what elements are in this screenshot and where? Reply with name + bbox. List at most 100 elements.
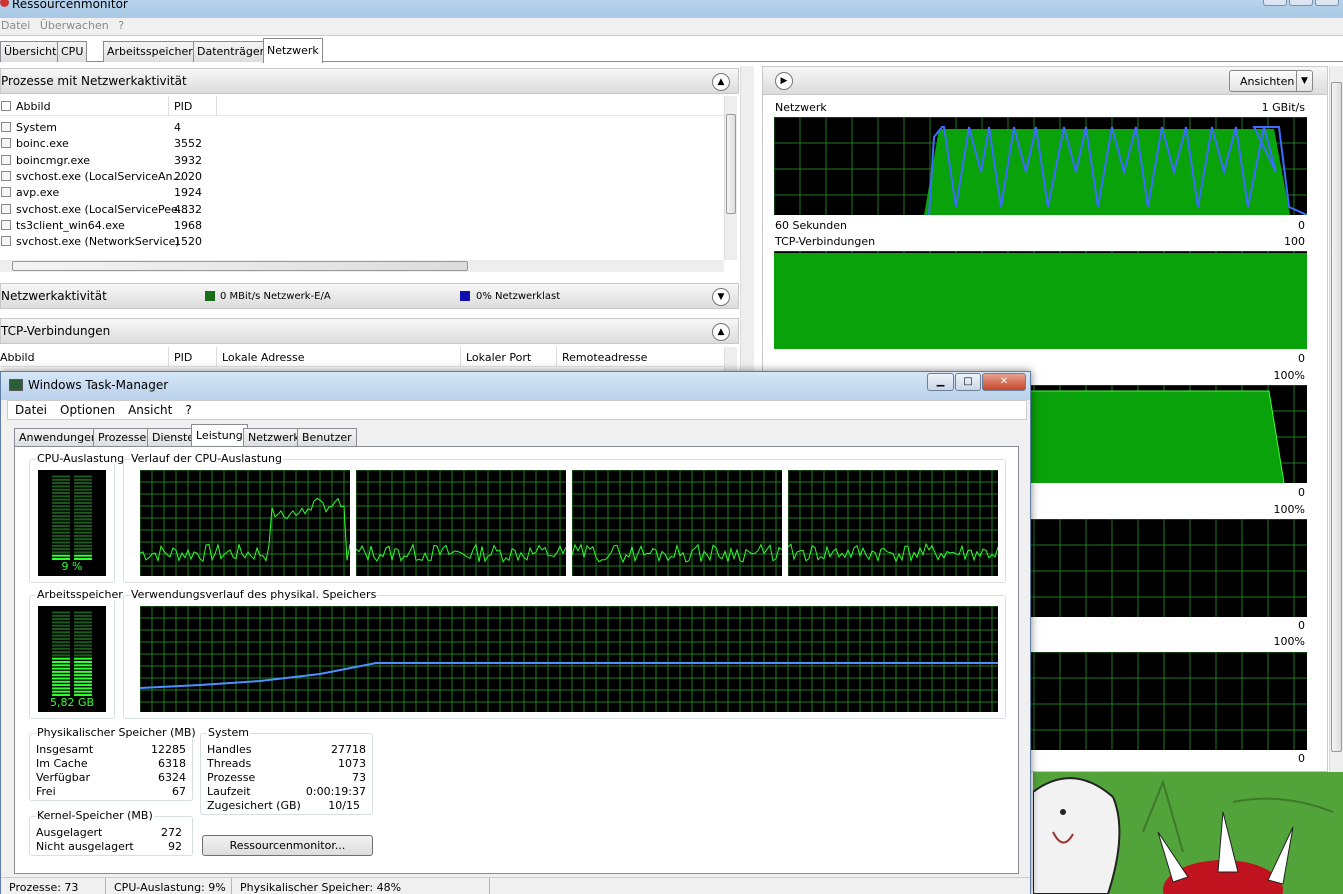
resource-monitor-button[interactable]: Ressourcenmonitor...: [202, 835, 373, 856]
expand-icon[interactable]: ▼: [712, 288, 730, 306]
process-row[interactable]: boincmgr.exe 3932: [0, 152, 720, 168]
section-tcp-header[interactable]: TCP-Verbindungen ▲: [0, 318, 739, 344]
menu-help[interactable]: ?: [117, 18, 129, 32]
process-checkbox[interactable]: [1, 154, 11, 165]
meter-segment: [52, 475, 70, 478]
process-row[interactable]: System 4: [0, 119, 720, 135]
tab-benutzer[interactable]: Benutzer: [297, 428, 357, 446]
process-row[interactable]: boinc.exe 3552: [0, 135, 720, 151]
collapse-icon[interactable]: ▲: [712, 323, 730, 341]
cpu-line: [356, 542, 566, 563]
process-checkbox[interactable]: [1, 236, 11, 247]
meter-segment: [74, 521, 92, 524]
right-pane-scrollbar[interactable]: [1329, 66, 1343, 772]
minimize-button[interactable]: [1263, 0, 1287, 6]
collapse-icon[interactable]: ▲: [712, 73, 730, 91]
kernel-memory-title: Kernel-Speicher (MB): [36, 809, 154, 822]
menu-datei[interactable]: Datei: [8, 401, 53, 417]
col-pid[interactable]: PID: [174, 100, 192, 113]
scroll-thumb[interactable]: [726, 114, 736, 214]
process-checkbox[interactable]: [1, 219, 11, 230]
col-pid[interactable]: PID: [174, 351, 192, 364]
maximize-button[interactable]: □: [955, 373, 981, 391]
menu-optionen[interactable]: Optionen: [53, 401, 121, 417]
maximize-button[interactable]: [1289, 0, 1313, 6]
col-local-address[interactable]: Lokale Adresse: [222, 351, 305, 364]
tcp-vscroll[interactable]: [724, 347, 737, 371]
process-checkbox[interactable]: [1, 138, 11, 149]
memory-history-line: [140, 662, 998, 689]
process-row[interactable]: svchost.exe (LocalServiceAn... 2020: [0, 168, 720, 184]
menu-ansicht[interactable]: Ansicht: [121, 401, 178, 417]
meter-segment: [74, 528, 92, 531]
stat-label: Handles: [207, 743, 252, 756]
process-row[interactable]: ts3client_win64.exe 1968: [0, 217, 720, 233]
tab-netzwerk[interactable]: Netzwerk: [243, 428, 305, 446]
stat-label: Zugesichert (GB): [207, 799, 301, 812]
tab-anwendungen[interactable]: Anwendungen: [14, 428, 103, 446]
process-row[interactable]: svchost.exe (NetworkService) 1520: [0, 233, 720, 249]
meter-segment: [74, 621, 92, 624]
minimize-button[interactable]: ▁: [927, 373, 954, 391]
meter-segment: [74, 664, 92, 667]
meter-segment: [52, 521, 70, 524]
stat-value: 1073: [338, 757, 366, 770]
col-remote-address[interactable]: Remoteadresse: [562, 351, 647, 364]
process-checkbox[interactable]: [1, 203, 11, 214]
cpu-usage-group: CPU-Auslastung 9 %: [29, 452, 126, 583]
meter-segment: [74, 515, 92, 518]
processes-hscroll[interactable]: [0, 260, 724, 272]
col-abbild[interactable]: Abbild: [0, 351, 35, 364]
process-checkbox[interactable]: [1, 187, 11, 198]
processes-vscroll[interactable]: [724, 96, 737, 260]
menu-datei[interactable]: Datei: [0, 18, 35, 32]
close-button[interactable]: ✕: [982, 373, 1026, 391]
meter-segment: [74, 618, 92, 621]
tab-arbeitsspeicher[interactable]: Arbeitsspeicher: [103, 41, 197, 62]
meter-segment: [74, 690, 92, 693]
resmon-title-bar[interactable]: Ressourcenmonitor: [0, 0, 1343, 18]
meter-segment: [74, 554, 92, 557]
tab-cpu[interactable]: CPU: [57, 41, 88, 62]
close-button[interactable]: [1315, 0, 1339, 6]
meter-segment: [52, 518, 70, 521]
meter-segment: [74, 548, 92, 551]
views-dropdown[interactable]: Ansichten ▼: [1229, 70, 1313, 92]
process-checkbox[interactable]: [1, 170, 11, 181]
meter-segment: [74, 485, 92, 488]
scroll-thumb[interactable]: [12, 261, 468, 271]
stat-value: 0:00:19:37: [305, 785, 366, 798]
tab-prozesse[interactable]: Prozesse: [93, 428, 152, 446]
meter-segment: [74, 674, 92, 677]
graph-5-max: 100%: [1273, 635, 1305, 648]
col-abbild[interactable]: Abbild: [16, 100, 51, 113]
process-name: svchost.exe (LocalServicePee...: [16, 202, 189, 216]
col-local-port[interactable]: Lokaler Port: [466, 351, 531, 364]
cpu-core-1-graph: [140, 470, 350, 576]
legend-io-label: 0 MBit/s Netzwerk-E/A: [220, 291, 331, 302]
tab-netzwerk[interactable]: Netzwerk: [263, 38, 323, 63]
meter-segment: [74, 541, 92, 544]
menu-help[interactable]: ?: [178, 401, 197, 417]
select-all-checkbox[interactable]: [1, 101, 11, 111]
tab-uebersicht[interactable]: Übersicht: [0, 41, 61, 62]
process-row[interactable]: avp.exe 1924: [0, 184, 720, 200]
memory-meter: 5,82 GB: [38, 606, 106, 712]
section-processes-header[interactable]: Prozesse mit Netzwerkaktivität ▲: [0, 68, 739, 94]
menu-ueberwachen[interactable]: Überwachen: [39, 18, 114, 32]
meter-segment: [52, 670, 70, 673]
meter-segment: [74, 492, 92, 494]
meter-segment: [52, 511, 70, 514]
meter-segment: [74, 634, 92, 637]
process-checkbox[interactable]: [1, 122, 11, 132]
process-row[interactable]: svchost.exe (LocalServicePee... 4832: [0, 201, 720, 217]
stat-value: 27718: [331, 743, 366, 756]
scroll-thumb[interactable]: [1331, 82, 1342, 752]
tab-datentraeger[interactable]: Datenträger: [193, 41, 269, 62]
tab-leistung[interactable]: Leistung: [191, 424, 248, 447]
desktop-wallpaper: [1033, 772, 1343, 894]
section-activity-header[interactable]: Netzwerkaktivität 0 MBit/s Netzwerk-E/A …: [0, 283, 739, 309]
collapse-panel-icon[interactable]: ▶: [775, 72, 793, 90]
taskmgr-title-bar[interactable]: Windows Task-Manager ▁ □ ✕: [1, 372, 1030, 400]
stat-label: Verfügbar: [36, 771, 91, 784]
